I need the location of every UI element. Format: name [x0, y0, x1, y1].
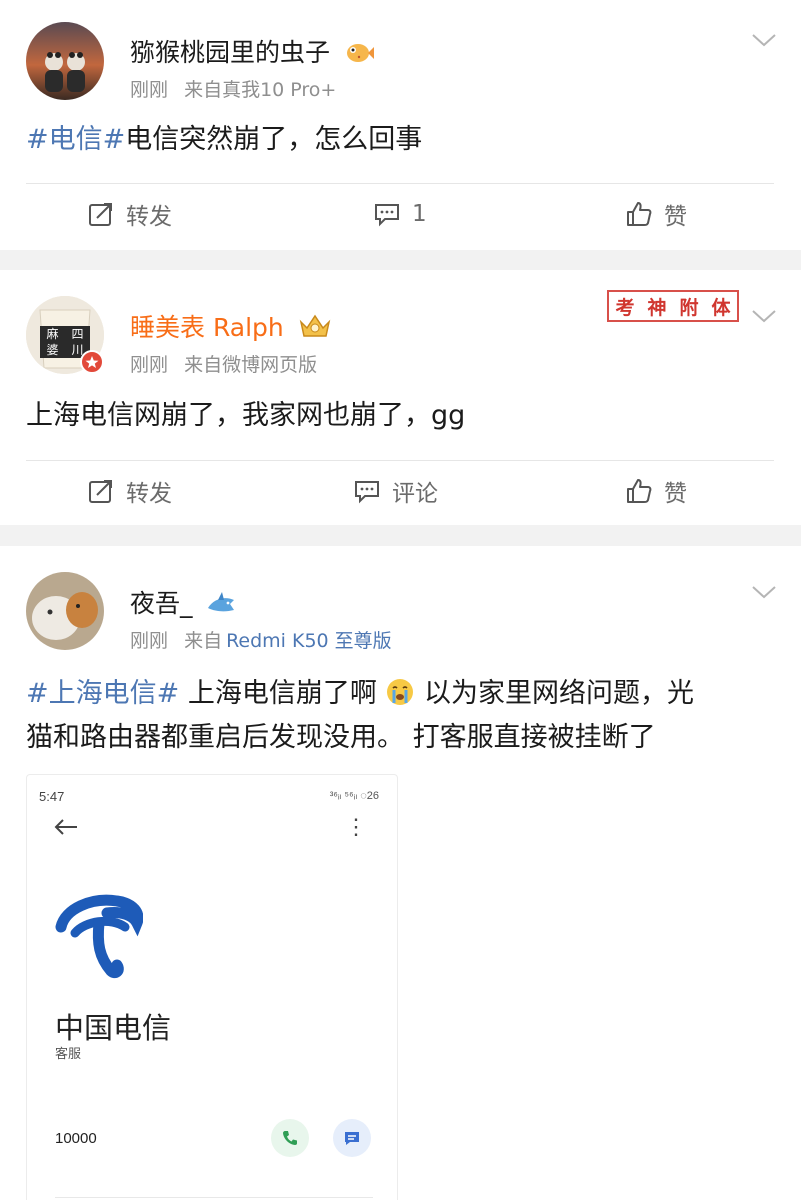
call-button	[271, 1119, 309, 1157]
avatar[interactable]	[26, 572, 104, 650]
username-text[interactable]: 睡美表 Ralph	[130, 313, 284, 342]
username[interactable]: 夜吾_	[130, 584, 236, 620]
post-text-content: 上海电信网崩了，我家网也崩了，gg	[26, 400, 466, 431]
divider	[55, 1197, 373, 1198]
post-text-content: 以为家里网络问题，光	[424, 678, 695, 709]
username-text[interactable]: 夜吾_	[130, 589, 193, 618]
comment-icon	[355, 481, 379, 504]
phone-subtitle: 客服	[55, 1047, 82, 1062]
username[interactable]: 猕猴桃园里的虫子	[130, 33, 374, 69]
repost-label: 转发	[126, 204, 172, 230]
phone-company-name: 中国电信	[55, 1011, 172, 1045]
like-button[interactable]: 赞	[626, 461, 687, 521]
phone-time: 5:47	[39, 789, 65, 804]
china-telecom-logo-icon	[55, 894, 143, 979]
shark-emoji-icon	[208, 592, 235, 612]
avatar-text: 麻	[46, 327, 59, 341]
pufferfish-emoji-icon	[346, 44, 374, 62]
post-text: #电信#电信突然崩了，怎么回事	[26, 118, 422, 162]
message-button	[333, 1119, 371, 1157]
comment-button[interactable]: 评论	[354, 461, 438, 521]
topic-link[interactable]: #上海电信#	[26, 678, 179, 709]
repost-button[interactable]: 转发	[88, 461, 172, 521]
post-time: 刚刚	[130, 630, 169, 652]
phone-status-icons: ³⁶ᵢₗ ⁵⁶ᵢₗ ◌26	[329, 790, 379, 802]
source-device-link[interactable]: Redmi K50 至尊版	[226, 630, 392, 652]
post-text-content: 上海电信崩了啊	[187, 678, 377, 709]
post-meta: 刚刚 来自真我10 Pro+	[130, 75, 336, 102]
verified-badge-icon	[80, 350, 104, 374]
chevron-down-icon[interactable]	[751, 308, 777, 324]
stamp-decoration: 考 神 附 体	[607, 290, 739, 322]
crying-face-emoji-icon	[387, 679, 414, 705]
post-text: 猫和路由器都重启后发现没用。 打客服直接被挂断了	[26, 716, 656, 760]
stamp-char: 体	[711, 296, 731, 319]
like-button[interactable]: 赞	[626, 184, 687, 244]
comment-count: 1	[412, 201, 427, 227]
chevron-down-icon[interactable]	[751, 584, 777, 600]
phone-number: 10000	[55, 1130, 97, 1147]
crown-member-icon	[299, 314, 330, 337]
post-time: 刚刚	[130, 354, 169, 376]
repost-icon	[89, 203, 112, 226]
comment-label: 评论	[392, 481, 438, 507]
comment-button[interactable]: 1	[374, 184, 427, 244]
repost-label: 转发	[126, 481, 172, 507]
repost-button[interactable]: 转发	[88, 184, 172, 244]
post-text-content: 电信突然崩了，怎么回事	[125, 124, 423, 155]
comment-icon	[375, 204, 399, 227]
avatar[interactable]	[26, 22, 104, 100]
action-bar: 转发 1 赞	[0, 184, 801, 244]
post-card: 猕猴桃园里的虫子 刚刚 来自真我10 Pro+ #电信#电信突然崩了，怎么回事 …	[0, 0, 801, 250]
post-card: 夜吾_ 刚刚 来自 Redmi K50 至尊版 #上海电信# 上海电信崩了啊 以为…	[0, 546, 801, 1200]
stamp-char: 考	[615, 296, 635, 319]
more-vert-icon: ⋮	[345, 814, 367, 839]
chevron-down-icon[interactable]	[751, 32, 777, 48]
username[interactable]: 睡美表 Ralph	[130, 308, 332, 344]
embedded-screenshot[interactable]: 5:47 ³⁶ᵢₗ ⁵⁶ᵢₗ ◌26 ⋮ 中国电信 客服 10000	[26, 774, 398, 1200]
like-label: 赞	[664, 481, 687, 507]
post-meta: 刚刚 来自 Redmi K50 至尊版	[130, 626, 392, 653]
like-label: 赞	[664, 204, 687, 230]
post-source: 来自微博网页版	[184, 354, 318, 376]
post-text: #上海电信# 上海电信崩了啊 以为家里网络问题，光	[26, 672, 694, 716]
username-text[interactable]: 猕猴桃园里的虫子	[130, 38, 330, 67]
stamp-char: 神	[647, 296, 667, 319]
stamp-char: 附	[679, 296, 699, 319]
message-icon	[345, 1132, 359, 1145]
post-source: 来自真我10 Pro+	[184, 79, 337, 101]
action-bar: 转发 评论 赞	[0, 461, 801, 521]
post-text-content: 猫和路由器都重启后发现没用。 打客服直接被挂断了	[26, 722, 656, 753]
avatar-text: 四	[71, 327, 84, 341]
thumbs-up-icon	[627, 479, 652, 503]
post-meta: 刚刚 来自微博网页版	[130, 350, 317, 377]
thumbs-up-icon	[627, 202, 652, 226]
avatar-text: 婆	[46, 343, 59, 357]
topic-link[interactable]: #电信#	[26, 124, 125, 155]
back-arrow-icon	[54, 819, 77, 835]
post-time: 刚刚	[130, 79, 169, 101]
repost-icon	[89, 480, 112, 503]
post-source: 来自	[184, 630, 223, 652]
phone-call-icon	[283, 1131, 297, 1145]
post-text: 上海电信网崩了，我家网也崩了，gg	[26, 394, 465, 438]
